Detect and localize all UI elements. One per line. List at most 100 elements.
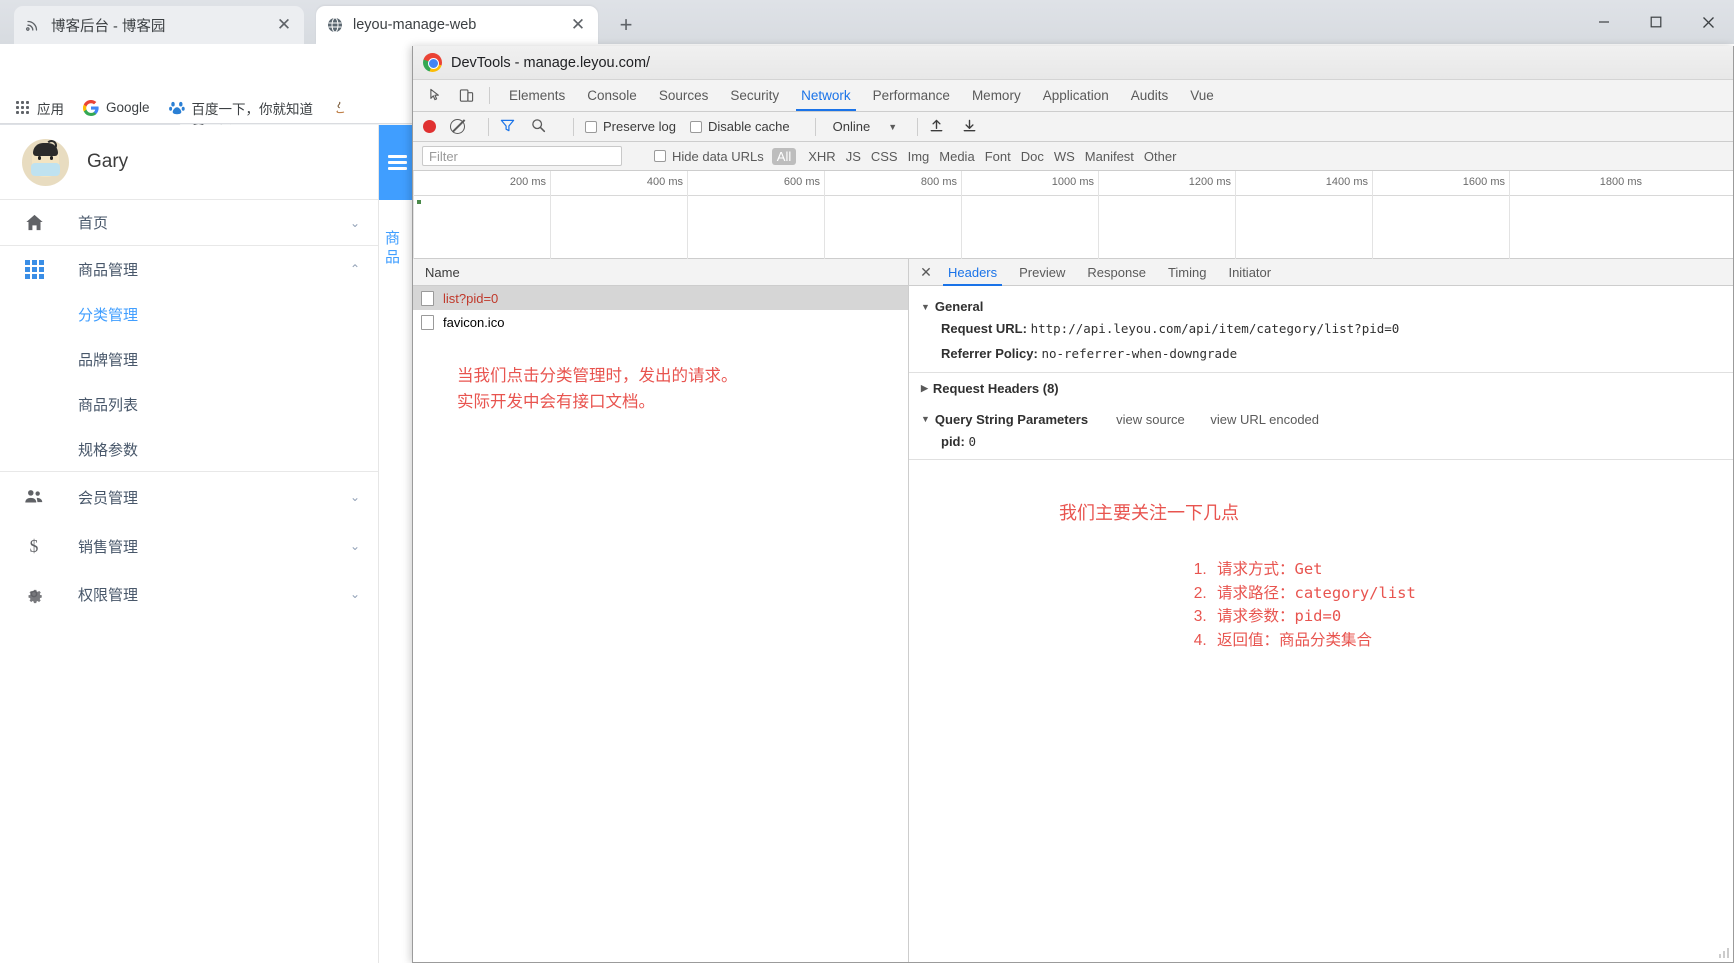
clear-icon[interactable]: [450, 119, 465, 134]
timeline-tick-label: 1800 ms: [1599, 176, 1642, 188]
timeline-tick-label: 200 ms: [509, 176, 546, 188]
bookmark-java[interactable]: [331, 99, 355, 117]
record-icon[interactable]: [423, 120, 436, 133]
view-source-link[interactable]: view source: [1116, 412, 1185, 427]
sidebar-collapse-button[interactable]: [379, 125, 416, 200]
table-row[interactable]: list?pid=0: [413, 286, 908, 310]
close-icon[interactable]: ✕: [568, 15, 588, 35]
request-list-header[interactable]: Name: [413, 259, 908, 286]
user-profile-block[interactable]: Gary: [0, 125, 378, 200]
sidebar-item-label: 权限管理: [78, 586, 139, 604]
list-item: 请求参数：pid=0: [1211, 605, 1416, 629]
request-url-value[interactable]: http://api.leyou.com/api/item/category/l…: [1031, 321, 1400, 336]
filter-type-manifest[interactable]: Manifest: [1085, 149, 1134, 164]
tab-vue[interactable]: Vue: [1179, 80, 1225, 111]
google-icon: [82, 99, 100, 117]
minimize-icon[interactable]: [1578, 0, 1630, 44]
disable-cache-checkbox[interactable]: [689, 120, 702, 133]
devtools-titlebar: DevTools - manage.leyou.com/: [413, 46, 1733, 80]
bookmark-apps[interactable]: 应用: [13, 98, 64, 118]
tab-sources[interactable]: Sources: [648, 80, 720, 111]
upload-icon[interactable]: [929, 118, 944, 136]
document-icon: [421, 314, 434, 330]
device-toolbar-icon[interactable]: [451, 80, 481, 111]
close-icon[interactable]: [1682, 0, 1734, 44]
tab-performance[interactable]: Performance: [862, 80, 961, 111]
hide-data-urls-checkbox[interactable]: [654, 150, 666, 162]
tab-security[interactable]: Security: [719, 80, 790, 111]
general-section-header[interactable]: ▼ General: [921, 299, 1733, 314]
timeline-tick-label: 400 ms: [646, 176, 683, 188]
sidebar-item-home[interactable]: 首页 ⌄: [0, 200, 378, 246]
tab-timing[interactable]: Timing: [1157, 259, 1218, 286]
preserve-log-label: Preserve log: [603, 119, 676, 134]
search-icon[interactable]: [531, 118, 546, 136]
sidebar-subitem-label: 品牌管理: [78, 352, 139, 369]
filter-type-css[interactable]: CSS: [871, 149, 898, 164]
filter-type-img[interactable]: Img: [908, 149, 930, 164]
maximize-icon[interactable]: [1630, 0, 1682, 44]
tab-response[interactable]: Response: [1076, 259, 1157, 286]
close-icon[interactable]: ✕: [274, 15, 294, 35]
rss-icon: [24, 16, 42, 34]
tab-elements[interactable]: Elements: [498, 80, 576, 111]
sidebar-item-goods-list[interactable]: 商品列表: [0, 382, 378, 427]
hide-data-urls-label: Hide data URLs: [672, 148, 764, 164]
throttling-select[interactable]: Online ▼: [833, 119, 898, 134]
sidebar-item-category-manage[interactable]: 分类管理: [0, 292, 378, 337]
sidebar-item-spec-params[interactable]: 规格参数: [0, 427, 378, 472]
new-tab-button[interactable]: +: [612, 12, 640, 40]
query-string-title: Query String Parameters: [934, 411, 1089, 427]
hamburger-icon: [388, 152, 407, 174]
filter-type-all[interactable]: All: [771, 147, 797, 165]
divider: [909, 371, 1733, 373]
chevron-down-icon: ▼: [888, 121, 898, 132]
filter-type-doc[interactable]: Doc: [1021, 149, 1044, 164]
tab-preview[interactable]: Preview: [1008, 259, 1076, 286]
annotation-right-list: 请求方式：Get 请求路径：category/list 请求参数：pid=0 返…: [1059, 558, 1416, 652]
table-row[interactable]: favicon.ico: [413, 310, 908, 334]
sidebar-item-permissions[interactable]: 权限管理 ⌄: [0, 570, 378, 618]
download-icon[interactable]: [962, 118, 977, 136]
filter-type-js[interactable]: JS: [846, 149, 861, 164]
list-item: 请求方式：Get: [1211, 558, 1416, 582]
timeline-tick-label: 1200 ms: [1188, 176, 1231, 188]
bookmark-baidu[interactable]: 百度一下，你就知道: [168, 98, 313, 118]
tab-audits[interactable]: Audits: [1120, 80, 1180, 111]
resize-grip-icon[interactable]: [1714, 946, 1730, 960]
tab-initiator[interactable]: Initiator: [1217, 259, 1282, 286]
filter-type-other[interactable]: Other: [1144, 149, 1177, 164]
tab-network[interactable]: Network: [790, 80, 862, 111]
network-timeline-overview[interactable]: 200 ms 400 ms 600 ms 800 ms 1000 ms 1200…: [413, 171, 1733, 259]
sidebar-item-brand-manage[interactable]: 品牌管理: [0, 337, 378, 382]
filter-icon[interactable]: [500, 118, 515, 136]
sidebar-item-member[interactable]: 会员管理 ⌄: [0, 472, 378, 522]
chevron-down-icon: ⌄: [349, 587, 360, 601]
filter-type-xhr[interactable]: XHR: [808, 149, 835, 164]
bookmark-google[interactable]: Google: [82, 99, 150, 117]
sidebar-item-sales[interactable]: $ 销售管理 ⌄: [0, 522, 378, 570]
query-string-section-header[interactable]: ▼ Query String Parameters view source vi…: [921, 412, 1733, 427]
inspect-element-icon[interactable]: [421, 80, 451, 111]
tab-console[interactable]: Console: [576, 80, 648, 111]
sidebar-item-goods[interactable]: 商品管理 ⌃: [0, 246, 378, 292]
close-icon[interactable]: ✕: [915, 264, 937, 281]
preserve-log-checkbox[interactable]: [585, 120, 597, 133]
browser-tab-1[interactable]: 博客后台 - 博客园 ✕: [14, 6, 304, 44]
referrer-policy-key: Referrer Policy:: [941, 345, 1038, 361]
sidebar-subitem-label: 商品列表: [78, 397, 139, 414]
tab-application[interactable]: Application: [1032, 80, 1120, 111]
browser-tab-2[interactable]: leyou-manage-web ✕: [316, 6, 598, 44]
dollar-icon: $: [22, 535, 46, 557]
view-url-encoded-link[interactable]: view URL encoded: [1210, 412, 1319, 427]
filter-type-media[interactable]: Media: [939, 149, 974, 164]
filter-type-ws[interactable]: WS: [1054, 149, 1075, 164]
chevron-up-icon: ⌃: [349, 262, 360, 276]
filter-input[interactable]: Filter: [422, 146, 622, 166]
tab-memory[interactable]: Memory: [961, 80, 1032, 111]
tab-headers[interactable]: Headers: [937, 259, 1008, 286]
annotation-item-label: 请求参数：: [1217, 608, 1295, 626]
svg-text:$: $: [30, 536, 39, 556]
request-headers-section-header[interactable]: ▶ Request Headers (8): [921, 381, 1733, 396]
filter-type-font[interactable]: Font: [985, 149, 1011, 164]
